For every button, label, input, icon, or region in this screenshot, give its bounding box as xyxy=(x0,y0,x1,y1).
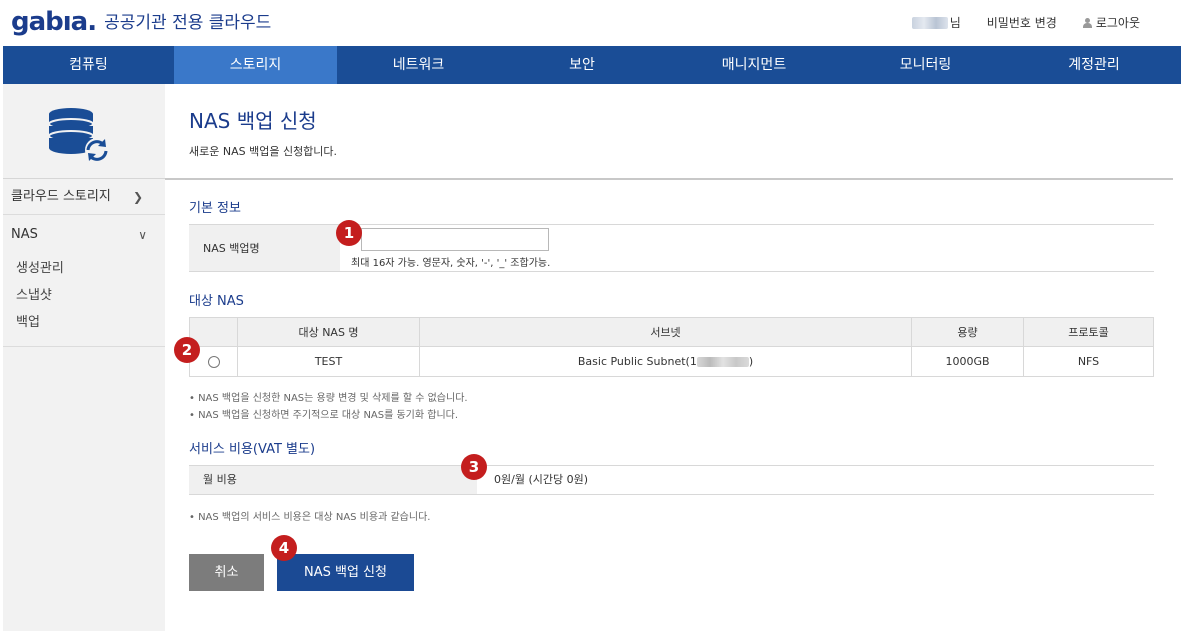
target-note-1: • NAS 백업을 신청한 NAS는 용량 변경 및 삭제를 할 수 없습니다. xyxy=(189,393,468,404)
capacity-cell: 1000GB xyxy=(911,346,1024,377)
database-sync-icon xyxy=(48,108,109,162)
column-header-name: 대상 NAS 명 xyxy=(237,317,420,347)
step-badge-3: 3 xyxy=(461,454,487,480)
nav-item-account[interactable]: 계정관리 xyxy=(1007,46,1181,84)
sidebar-group-nas: NAS ∨ 생성관리 스냅샷 백업 xyxy=(3,215,165,347)
step-badge-2: 2 xyxy=(174,337,200,363)
nav-item-management[interactable]: 매니지먼트 xyxy=(664,46,844,84)
subnet-cell: Basic Public Subnet(1) xyxy=(419,346,912,377)
submit-nas-backup-button[interactable]: NAS 백업 신청 xyxy=(277,554,414,591)
user-suffix: 님 xyxy=(949,16,961,30)
table-header-row: 대상 NAS 명 서브넷 용량 프로토콜 xyxy=(189,317,1154,347)
section-heading-cost: 서비스 비용(VAT 별도) xyxy=(189,442,316,457)
cost-note: • NAS 백업의 서비스 비용은 대상 NAS 비용과 같습니다. xyxy=(189,512,431,523)
logo-mark: gabıa. xyxy=(11,7,97,37)
step-badge-1: 1 xyxy=(336,220,362,246)
sidebar-subitem-create-manage[interactable]: 생성관리 xyxy=(3,255,165,282)
nas-name-cell: TEST xyxy=(237,346,420,377)
main-nav: 컴퓨팅 스토리지 네트워크 보안 매니지먼트 모니터링 계정관리 xyxy=(3,46,1181,84)
sidebar-item-label: NAS xyxy=(11,227,38,242)
logo[interactable]: gabıa. 공공기관 전용 클라우드 xyxy=(11,7,271,37)
step-badge-4: 4 xyxy=(271,535,297,561)
user-name-redacted xyxy=(911,16,948,29)
subnet-text: Basic Public Subnet(1 xyxy=(577,355,697,368)
page-title: NAS 백업 신청 xyxy=(189,109,317,133)
nav-item-computing[interactable]: 컴퓨팅 xyxy=(3,46,174,84)
page-description: 새로운 NAS 백업을 신청합니다. xyxy=(189,145,338,158)
nas-select-radio[interactable] xyxy=(207,356,220,368)
column-header-capacity: 용량 xyxy=(911,317,1024,347)
backup-name-input[interactable] xyxy=(361,228,549,251)
subnet-ip-redacted xyxy=(696,357,749,367)
chevron-down-icon: ∨ xyxy=(138,228,147,242)
protocol-cell: NFS xyxy=(1023,346,1154,377)
sidebar-item-cloud-storage[interactable]: 클라우드 스토리지 ❯ xyxy=(3,179,165,215)
backup-name-hint: 최대 16자 가능. 영문자, 숫자, '-', '_' 조합가능. xyxy=(351,258,551,269)
sidebar-item-nas[interactable]: NAS ∨ xyxy=(3,215,165,255)
sidebar: 클라우드 스토리지 ❯ NAS ∨ 생성관리 스냅샷 백업 xyxy=(3,84,165,631)
nav-item-network[interactable]: 네트워크 xyxy=(337,46,500,84)
column-header-subnet: 서브넷 xyxy=(419,317,912,347)
top-header: gabıa. 공공기관 전용 클라우드 님 비밀번호 변경 로그아웃 xyxy=(0,0,1184,46)
subnet-text-end: ) xyxy=(748,355,754,368)
sidebar-subitem-snapshot[interactable]: 스냅샷 xyxy=(3,282,165,309)
backup-name-label: NAS 백업명 xyxy=(189,225,340,271)
storage-category-icon-box xyxy=(3,84,165,179)
nav-item-monitoring[interactable]: 모니터링 xyxy=(844,46,1007,84)
person-icon xyxy=(1082,17,1092,28)
cancel-button[interactable]: 취소 xyxy=(189,554,264,591)
backup-name-row: NAS 백업명 최대 16자 가능. 영문자, 숫자, '-', '_' 조합가… xyxy=(189,224,1154,272)
nav-item-security[interactable]: 보안 xyxy=(500,46,664,84)
monthly-cost-label: 월 비용 xyxy=(189,466,477,494)
section-heading-basic: 기본 정보 xyxy=(189,201,241,216)
sidebar-subitem-backup[interactable]: 백업 xyxy=(3,309,165,336)
main-content: NAS 백업 신청 새로운 NAS 백업을 신청합니다. 기본 정보 NAS 백… xyxy=(165,84,1173,631)
monthly-cost-row: 월 비용 0원/월 (시간당 0원) xyxy=(189,465,1154,495)
monthly-cost-value: 0원/월 (시간당 0원) xyxy=(494,473,588,486)
target-nas-table: 대상 NAS 명 서브넷 용량 프로토콜 TEST Basic Public S… xyxy=(189,317,1154,377)
target-note-2: • NAS 백업을 신청하면 주기적으로 대상 NAS를 동기화 합니다. xyxy=(189,410,459,421)
logout-link[interactable]: 로그아웃 xyxy=(1096,14,1140,31)
change-password-link[interactable]: 비밀번호 변경 xyxy=(987,14,1057,31)
logo-subtitle: 공공기관 전용 클라우드 xyxy=(104,13,272,33)
table-row[interactable]: TEST Basic Public Subnet(1) 1000GB NFS xyxy=(189,346,1154,377)
sidebar-item-label: 클라우드 스토리지 xyxy=(11,189,111,204)
column-header-protocol: 프로토콜 xyxy=(1023,317,1154,347)
nav-item-storage[interactable]: 스토리지 xyxy=(174,46,337,84)
section-heading-target: 대상 NAS xyxy=(189,294,244,309)
user-utility-bar: 님 비밀번호 변경 로그아웃 xyxy=(911,14,1140,31)
chevron-right-icon: ❯ xyxy=(132,190,143,204)
divider xyxy=(165,178,1173,180)
